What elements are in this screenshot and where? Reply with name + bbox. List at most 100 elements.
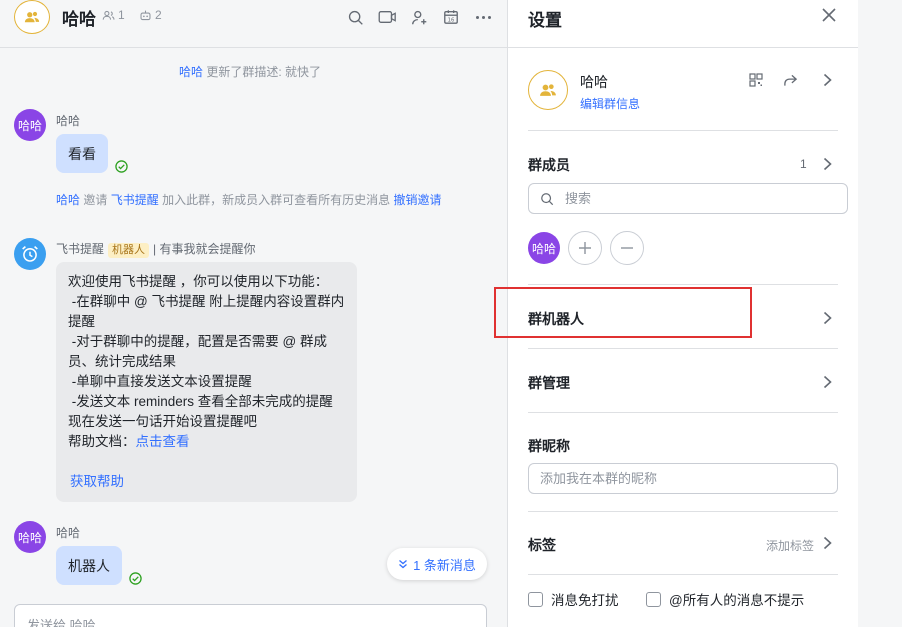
message-input[interactable] bbox=[27, 618, 247, 627]
members-count: 1 bbox=[800, 157, 807, 171]
members-label: 群成员 bbox=[528, 157, 570, 173]
checkbox-box[interactable] bbox=[528, 591, 543, 607]
group-management-row[interactable] bbox=[528, 360, 838, 400]
chat-pane: 哈哈 1 2 16 哈哈 更新了群描述: 就快了 哈哈 哈哈 看看 哈哈 邀请 … bbox=[0, 0, 508, 627]
search-icon bbox=[348, 10, 363, 25]
group-avatar[interactable] bbox=[14, 0, 50, 34]
svg-text:16: 16 bbox=[448, 17, 455, 23]
chevron-right-icon bbox=[823, 311, 832, 325]
bot-count[interactable]: 2 bbox=[139, 8, 162, 22]
divider bbox=[528, 348, 838, 349]
mute-checkbox[interactable]: 消息免打扰 bbox=[528, 589, 619, 609]
calendar-icon: 16 bbox=[444, 10, 458, 24]
revoke-invite-link[interactable]: 撤销邀请 bbox=[393, 193, 441, 207]
add-tag-link[interactable]: 添加标签 bbox=[766, 537, 814, 554]
bot-line: -在群聊中 @ 飞书提醒 附上提醒内容设置群内提醒 bbox=[68, 294, 345, 329]
minus-icon bbox=[621, 247, 633, 249]
highlight-annotation bbox=[494, 287, 752, 338]
group-nickname-input[interactable] bbox=[540, 471, 820, 486]
member-search[interactable] bbox=[528, 183, 848, 214]
add-member-button[interactable] bbox=[408, 6, 430, 28]
member-count[interactable]: 1 bbox=[102, 8, 125, 22]
bot-tag: 机器人 bbox=[108, 243, 150, 258]
plus-icon bbox=[579, 242, 591, 254]
group-icon bbox=[24, 11, 40, 23]
bot-count-value: 2 bbox=[155, 8, 162, 22]
bot-signature: | 有事我就会提醒你 bbox=[153, 242, 256, 256]
alarm-clock-icon bbox=[22, 246, 38, 262]
bot-line: 欢迎使用飞书提醒 ，你可以使用以下功能： bbox=[68, 274, 329, 289]
chat-title[interactable]: 哈哈 bbox=[62, 5, 96, 30]
update-actor[interactable]: 哈哈 bbox=[179, 65, 203, 79]
group-icon bbox=[540, 84, 556, 96]
group-name: 哈哈 bbox=[580, 74, 608, 90]
invite-text: 加入此群，新成员入群可查看所有历史消息 bbox=[162, 193, 391, 207]
group-nickname-label: 群昵称 bbox=[528, 438, 570, 454]
new-messages-button[interactable]: 1 条新消息 bbox=[387, 548, 487, 580]
invite-verb: 邀请 bbox=[83, 193, 108, 207]
qr-code-button[interactable] bbox=[748, 72, 764, 88]
share-button[interactable] bbox=[782, 72, 798, 88]
group-nickname-field[interactable] bbox=[528, 463, 838, 494]
get-help-link[interactable]: 获取帮助 bbox=[70, 474, 124, 489]
message-bubble[interactable]: 看看 bbox=[56, 134, 108, 173]
edit-group-info-link[interactable]: 编辑群信息 bbox=[580, 95, 640, 112]
tags-label: 标签 bbox=[528, 537, 556, 553]
bot-avatar[interactable] bbox=[14, 238, 46, 270]
invite-actor[interactable]: 哈哈 bbox=[56, 193, 80, 207]
sender-avatar[interactable]: 哈哈 bbox=[14, 521, 46, 553]
double-chevron-down-icon bbox=[399, 560, 408, 569]
help-doc-link[interactable]: 点击查看 bbox=[136, 434, 190, 449]
search-chat-button[interactable] bbox=[344, 6, 366, 28]
divider bbox=[528, 130, 838, 131]
members-row[interactable] bbox=[528, 150, 838, 176]
bot-message-card: 欢迎使用飞书提醒 ，你可以使用以下功能： -在群聊中 @ 飞书提醒 附上提醒内容… bbox=[56, 262, 357, 502]
group-management-label: 群管理 bbox=[528, 375, 570, 391]
qr-code-icon bbox=[749, 73, 763, 87]
read-check-icon bbox=[129, 572, 142, 585]
search-icon bbox=[541, 193, 554, 206]
system-update-notice: 哈哈 更新了群描述: 就快了 bbox=[179, 63, 321, 80]
remove-member-circle-button[interactable] bbox=[610, 231, 644, 265]
divider bbox=[528, 574, 838, 575]
message-composer[interactable] bbox=[14, 604, 487, 627]
video-icon bbox=[378, 11, 396, 23]
bot-sender-line: 飞书提醒 机器人 | 有事我就会提醒你 bbox=[56, 240, 255, 258]
members-chevron[interactable] bbox=[820, 157, 834, 171]
at-all-checkbox[interactable]: @所有人的消息不提示 bbox=[646, 589, 804, 609]
invite-target[interactable]: 飞书提醒 bbox=[111, 193, 159, 207]
right-gutter bbox=[858, 0, 902, 627]
members-icon bbox=[102, 10, 115, 20]
sender-name: 哈哈 bbox=[56, 526, 81, 540]
mute-label: 消息免打扰 bbox=[551, 593, 619, 608]
group-management-chevron[interactable] bbox=[820, 375, 834, 389]
checkbox-box[interactable] bbox=[646, 591, 661, 607]
add-member-circle-button[interactable] bbox=[568, 231, 602, 265]
bot-line: -发送文本 reminders 查看全部未完成的提醒 bbox=[68, 394, 333, 409]
member-avatar[interactable]: 哈哈 bbox=[528, 232, 560, 264]
chevron-right-icon bbox=[823, 157, 832, 171]
video-call-button[interactable] bbox=[376, 6, 398, 28]
close-settings-button[interactable] bbox=[818, 4, 840, 26]
calendar-button[interactable]: 16 bbox=[440, 6, 462, 28]
chevron-right-icon bbox=[823, 375, 832, 389]
sender-avatar[interactable]: 哈哈 bbox=[14, 109, 46, 141]
group-info-avatar[interactable] bbox=[528, 70, 568, 110]
settings-title: 设置 bbox=[528, 11, 562, 30]
new-messages-label: 1 条新消息 bbox=[413, 557, 476, 573]
member-count-value: 1 bbox=[118, 8, 125, 22]
bot-line: -单聊中直接发送文本设置提醒 bbox=[68, 374, 252, 389]
member-search-input[interactable] bbox=[565, 191, 835, 206]
bot-name: 飞书提醒 bbox=[56, 242, 105, 256]
share-icon bbox=[783, 74, 797, 86]
chevron-right-icon bbox=[823, 73, 832, 87]
help-doc-label: 帮助文档： bbox=[68, 434, 136, 449]
group-info-chevron[interactable] bbox=[820, 73, 834, 87]
tags-chevron[interactable] bbox=[820, 536, 834, 550]
chevron-right-icon bbox=[823, 536, 832, 550]
bot-line: -对于群聊中的提醒，配置是否需要 @ 群成员、统计完成结果 bbox=[68, 334, 327, 369]
group-bots-chevron[interactable] bbox=[820, 311, 834, 325]
message-bubble[interactable]: 机器人 bbox=[56, 546, 122, 585]
divider bbox=[528, 511, 838, 512]
more-button[interactable] bbox=[472, 6, 494, 28]
